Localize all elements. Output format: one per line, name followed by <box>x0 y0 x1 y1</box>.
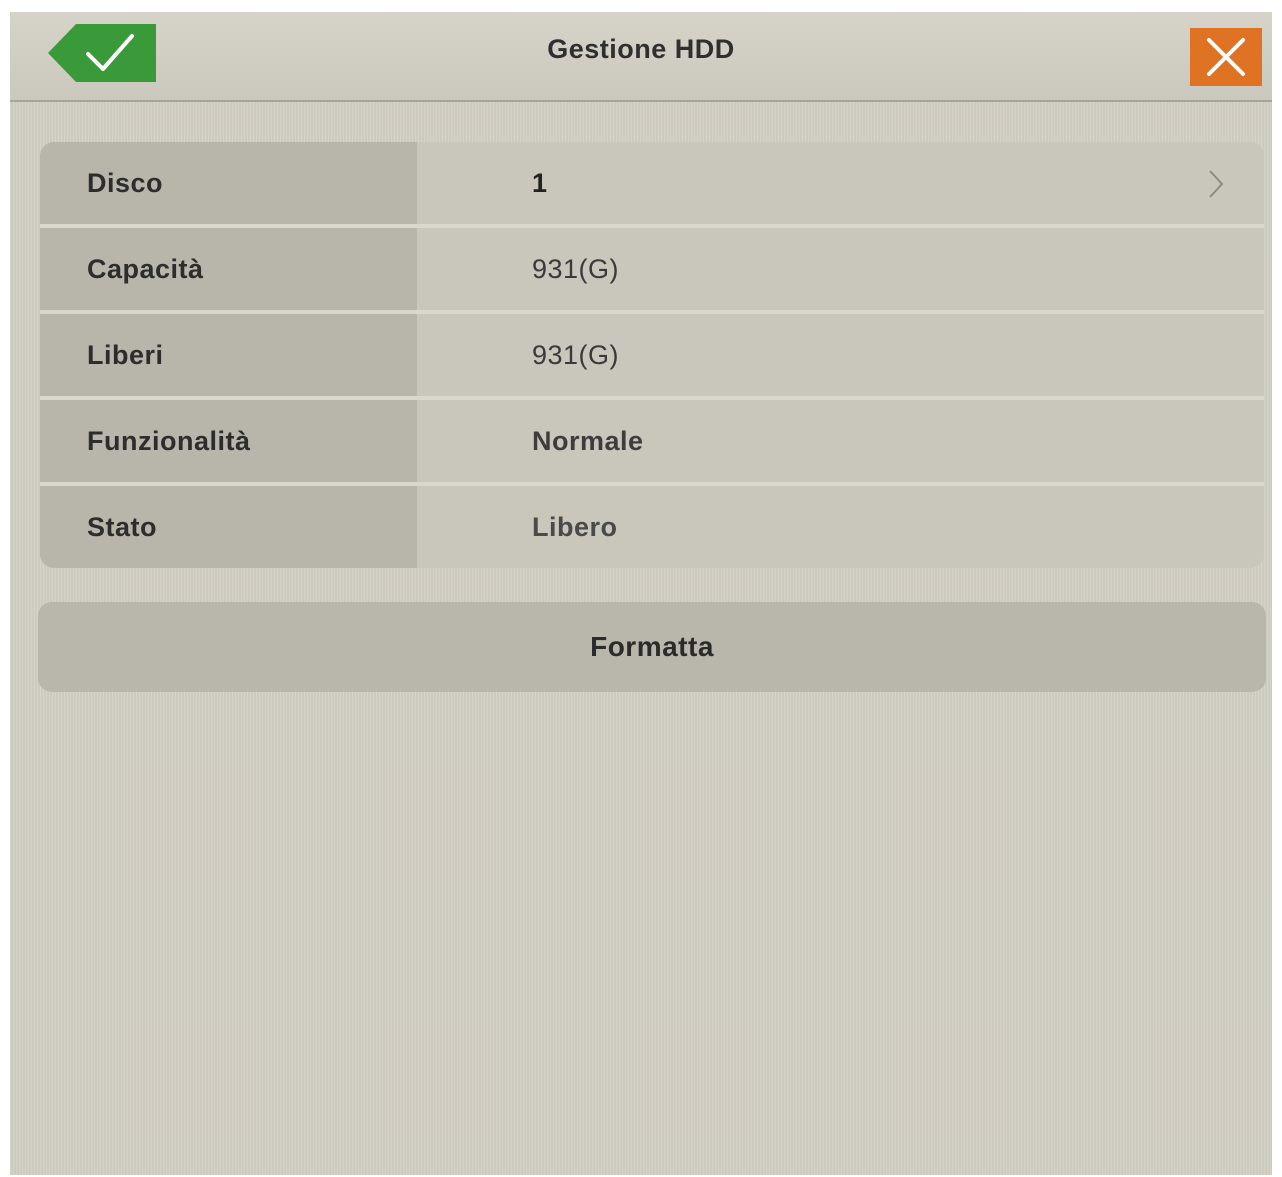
disk-number: 1 <box>532 167 548 198</box>
free-space-value: 931(G) <box>417 314 1264 396</box>
capacity-value: 931(G) <box>417 228 1264 310</box>
free-space-label: Liberi <box>40 314 417 396</box>
hdd-management-screen: Gestione HDD Disco 1 Capacità 931(G) Lib… <box>10 12 1272 1175</box>
disk-label: Disco <box>40 142 417 224</box>
disk-info-table: Disco 1 Capacità 931(G) Liberi 931(G) Fu… <box>40 142 1264 568</box>
disk-value[interactable]: 1 <box>417 142 1264 224</box>
free-space-row: Liberi 931(G) <box>40 314 1264 400</box>
status-row: Stato Libero <box>40 486 1264 568</box>
capacity-label: Capacità <box>40 228 417 310</box>
chevron-right-icon[interactable] <box>1206 168 1226 200</box>
capacity-row: Capacità 931(G) <box>40 228 1264 314</box>
status-label: Stato <box>40 486 417 568</box>
format-button[interactable]: Formatta <box>38 602 1266 692</box>
header-bar: Gestione HDD <box>10 12 1272 102</box>
close-button[interactable] <box>1190 28 1262 86</box>
functionality-value: Normale <box>417 400 1264 482</box>
close-icon <box>1207 38 1245 76</box>
disk-row[interactable]: Disco 1 <box>40 142 1264 228</box>
status-value: Libero <box>417 486 1264 568</box>
functionality-label: Funzionalità <box>40 400 417 482</box>
page-title: Gestione HDD <box>547 34 735 64</box>
functionality-row: Funzionalità Normale <box>40 400 1264 486</box>
